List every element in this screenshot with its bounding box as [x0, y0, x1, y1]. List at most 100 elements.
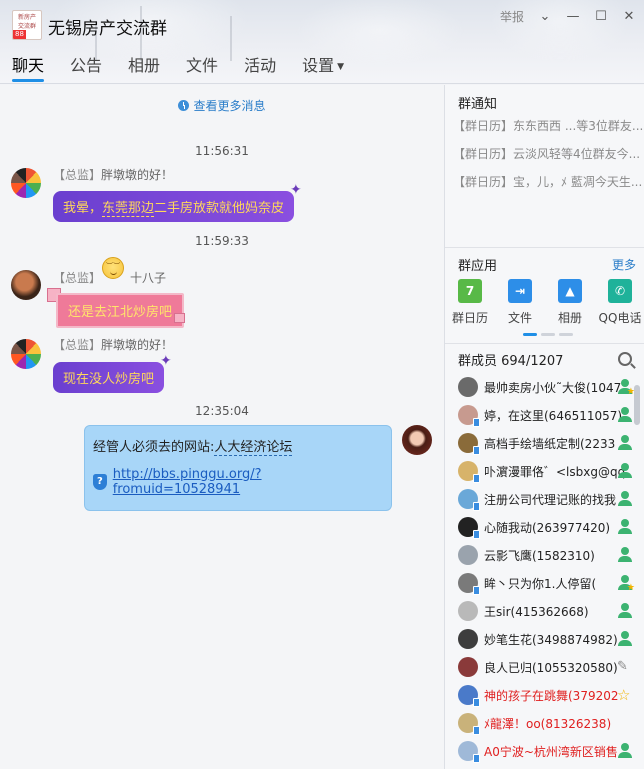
message-sender[interactable]: 【总监】胖墩墩的好！ — [53, 166, 173, 183]
avatar[interactable] — [11, 270, 41, 300]
sender-role: 【总监】 — [53, 338, 102, 352]
member-role-icon — [617, 631, 633, 647]
message-keyword-link[interactable]: 人大经济论坛 — [214, 440, 293, 456]
minimize-icon[interactable]: — — [566, 9, 580, 24]
avatar[interactable] — [11, 339, 41, 369]
message-sender[interactable]: 十八子 — [130, 269, 166, 286]
app-label: 相册 — [557, 311, 582, 325]
app-list: 7 群日历 ⇥ 文件 ▲ 相册 ✆ QQ电话 — [445, 279, 644, 326]
view-more-messages-link[interactable]: 查看更多消息 — [0, 97, 444, 114]
tab-files[interactable]: 文件 — [186, 52, 218, 82]
member-row[interactable]: 卟濵漫罪佫゛<lsbxg@qq — [445, 457, 644, 485]
member-name: ﾒ龍澤！oo(81326238) — [484, 716, 612, 731]
avatar[interactable] — [458, 741, 480, 763]
pager-dot[interactable] — [523, 333, 537, 336]
chat-panel[interactable]: 查看更多消息 11:56:31 【总监】胖墩墩的好！ 我晕，东莞那边二手房放款就… — [0, 85, 444, 769]
clock-icon — [178, 100, 190, 111]
member-name: 神的孩子在跳舞(379202 — [484, 688, 619, 703]
mobile-device-icon — [473, 698, 480, 707]
chevron-down-icon: ▼ — [337, 61, 345, 72]
app-calendar[interactable]: 7 群日历 — [445, 279, 495, 326]
member-row[interactable]: 云影飞鹰(1582310) — [445, 541, 644, 569]
avatar[interactable] — [458, 573, 480, 595]
avatar[interactable] — [458, 433, 480, 455]
message-url-link[interactable]: http://bbs.pinggu.org/?fromuid=10528941 — [113, 467, 383, 497]
notice-item[interactable]: 【群日历】东东西西 ...等3位群友... — [453, 117, 643, 134]
tab-label: 设置 — [302, 56, 335, 75]
tab-announcements[interactable]: 公告 — [70, 52, 102, 82]
message-text: 现在没人炒房吧 — [63, 372, 155, 387]
mobile-device-icon — [473, 530, 480, 539]
member-row[interactable]: 婷，在这里(646511057) — [445, 401, 644, 429]
avatar[interactable] — [458, 657, 478, 677]
avatar[interactable] — [458, 545, 478, 565]
tab-events[interactable]: 活动 — [244, 52, 276, 82]
close-icon[interactable]: ✕ — [622, 9, 636, 24]
member-row[interactable]: 心随我动(263977420) — [445, 513, 644, 541]
bubble-decoration-icon: ✦ — [160, 353, 172, 369]
chevron-down-icon[interactable]: ⌄ — [538, 9, 552, 24]
member-role-icon — [617, 743, 633, 759]
message-bubble[interactable]: 还是去江北炒房吧 — [56, 293, 185, 328]
avatar[interactable] — [11, 168, 41, 198]
apps-more-link[interactable]: 更多 — [612, 256, 636, 273]
member-row[interactable]: 最帅卖房小伙˜大俊(1047 ★ — [445, 373, 644, 401]
member-row[interactable]: 注册公司代理记账的找我 — [445, 485, 644, 513]
notice-item[interactable]: 【群日历】云淡风轻等4位群友今... — [453, 145, 643, 162]
message-timestamp: 12:35:04 — [195, 404, 249, 418]
avatar[interactable] — [458, 461, 480, 483]
member-name: 婷，在这里(646511057) — [484, 408, 623, 423]
message-sender[interactable]: 【总监】胖墩墩的好！ — [53, 336, 173, 353]
avatar[interactable] — [458, 489, 480, 511]
group-avatar[interactable]: 新房产 交流群 88 — [12, 10, 42, 40]
member-row[interactable]: 妙笔生花(3498874982) — [445, 625, 644, 653]
member-name: A0宁波~杭州湾新区销售 — [484, 744, 618, 759]
message-bubble[interactable]: 经管人必须去的网站:人大经济论坛 ? http://bbs.pinggu.org… — [84, 425, 392, 511]
maximize-icon[interactable]: ☐ — [594, 9, 608, 24]
member-row[interactable]: 高档手绘墙纸定制(2233 — [445, 429, 644, 457]
avatar[interactable] — [458, 713, 480, 735]
member-role-icon: ★ — [617, 379, 635, 397]
search-icon[interactable] — [618, 352, 632, 366]
notice-item[interactable]: 【群日历】宝，儿，ﾒ 藍凋今天生... — [453, 173, 643, 190]
app-qq-call[interactable]: ✆ QQ电话 — [595, 279, 644, 326]
mobile-device-icon — [473, 446, 480, 455]
member-row[interactable]: 良人已归(1055320580) ✎ — [445, 653, 644, 681]
avatar[interactable] — [458, 685, 480, 707]
tab-label: 聊天 — [12, 56, 45, 75]
app-pager[interactable] — [523, 333, 573, 336]
message-text: 经管人必须去的网站:人大经济论坛 — [93, 436, 383, 456]
tab-settings[interactable]: 设置 ▼ — [302, 52, 344, 82]
message-keyword-link[interactable]: 东莞那边 — [102, 201, 155, 217]
member-name: 高档手绘墙纸定制(2233 — [484, 436, 616, 451]
message-sender[interactable]: 【总监】 — [53, 269, 101, 286]
member-row[interactable]: 眸丶只为你1.人停留(★ — [445, 569, 644, 597]
avatar[interactable] — [458, 377, 478, 397]
pager-dot[interactable] — [541, 333, 555, 336]
message-timestamp: 11:56:31 — [195, 144, 249, 158]
photo-icon: ▲ — [558, 279, 582, 303]
app-files[interactable]: ⇥ 文件 — [495, 279, 545, 326]
avatar[interactable] — [458, 517, 480, 539]
avatar[interactable] — [458, 629, 478, 649]
member-row[interactable]: 王sir(415362668) — [445, 597, 644, 625]
tab-album[interactable]: 相册 — [128, 52, 160, 82]
tab-chat[interactable]: 聊天 — [12, 52, 45, 82]
message-bubble[interactable]: 我晕，东莞那边二手房放款就他妈奈皮 — [53, 191, 295, 222]
view-more-label: 查看更多消息 — [193, 99, 266, 113]
member-role-icon — [617, 519, 633, 535]
report-button[interactable]: 举报 — [500, 8, 524, 25]
app-album[interactable]: ▲ 相册 — [545, 279, 595, 326]
member-row[interactable]: 神的孩子在跳舞(379202 ☆ — [445, 681, 644, 709]
avatar[interactable] — [402, 425, 432, 455]
member-name: 眸丶只为你1.人停留( — [484, 576, 597, 591]
member-row[interactable]: ﾒ龍澤！oo(81326238) — [445, 709, 644, 737]
message-bubble[interactable]: 现在没人炒房吧 — [53, 362, 165, 393]
calendar-icon: 7 — [458, 279, 482, 303]
app-label: 文件 — [507, 311, 532, 325]
avatar[interactable] — [458, 405, 480, 427]
pager-dot[interactable] — [559, 333, 573, 336]
member-row[interactable]: A0宁波~杭州湾新区销售 — [445, 737, 644, 765]
avatar[interactable] — [458, 601, 478, 621]
divider — [445, 343, 644, 344]
